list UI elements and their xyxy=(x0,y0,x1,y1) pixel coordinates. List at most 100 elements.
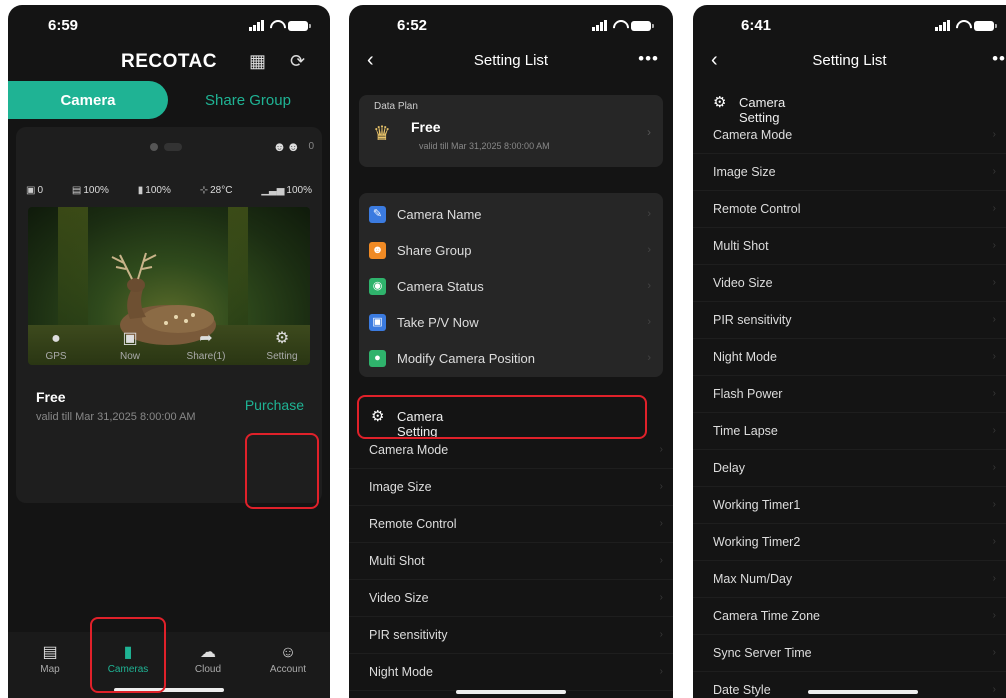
data-plan-card[interactable]: Data Plan ♛ Free valid till Mar 31,2025 … xyxy=(359,95,663,167)
row-time-lapse[interactable]: Time Lapse › xyxy=(693,414,1006,450)
camera-actions: ● GPS ▣ Now ➦ Share(1) ⚙ Setting xyxy=(8,329,330,369)
battery-icon xyxy=(974,20,997,31)
row-night-mode[interactable]: Night Mode › xyxy=(693,340,1006,376)
battery-icon xyxy=(288,20,311,31)
row-camera-time-zone[interactable]: Camera Time Zone › xyxy=(693,599,1006,635)
stat-temp: 28°C xyxy=(210,185,233,196)
stat-sd: 100% xyxy=(83,185,109,196)
menu-share-group[interactable]: ☻ Share Group › xyxy=(359,233,663,269)
camera-name-icon: ✎ xyxy=(369,206,386,223)
phone-setting-list: 6:52 ‹ Setting List ••• Data Plan ♛ Free… xyxy=(349,5,673,698)
row-image-size[interactable]: Image Size › xyxy=(693,155,1006,191)
tab-bar: Camera Share Group xyxy=(8,81,330,119)
setting-button[interactable]: ⚙ Setting xyxy=(252,329,312,362)
share-button[interactable]: ➦ Share(1) xyxy=(176,329,236,362)
stat-photos: 0 xyxy=(37,185,44,196)
plan-label: Data Plan xyxy=(374,101,418,112)
stat-signal: 100% xyxy=(286,185,312,196)
row-flash-power[interactable]: Flash Power › xyxy=(693,377,1006,413)
gps-button[interactable]: ● GPS xyxy=(26,329,86,362)
crown-icon: ♛ xyxy=(373,123,391,145)
phone-camera-settings: 6:41 ‹ Setting List •• ⚙ Camera Setting … xyxy=(693,5,1006,698)
tab-share-group[interactable]: Share Group xyxy=(178,81,318,119)
row-pir-sensitivity[interactable]: PIR sensitivity › xyxy=(349,618,673,654)
row-delay[interactable]: Delay › xyxy=(693,451,1006,487)
page-title: Setting List xyxy=(812,52,887,69)
row-working-timer2[interactable]: Working Timer2 › xyxy=(693,525,1006,561)
menu-modify-position[interactable]: ● Modify Camera Position › xyxy=(359,341,663,377)
share-arrow-icon: ➦ xyxy=(199,330,213,347)
row-camera-mode[interactable]: Camera Mode › xyxy=(693,118,1006,154)
plan-row: Free valid till Mar 31,2025 8:00:00 AM P… xyxy=(26,383,312,437)
row-remote-control[interactable]: Remote Control › xyxy=(349,507,673,543)
row-night-mode[interactable]: Night Mode › xyxy=(349,655,673,691)
row-video-size[interactable]: Video Size › xyxy=(693,266,1006,302)
row-multi-shot[interactable]: Multi Shot › xyxy=(349,544,673,580)
chevron-right-icon: › xyxy=(647,125,651,139)
plan-valid: valid till Mar 31,2025 8:00:00 AM xyxy=(36,411,196,423)
bottom-nav: ▤ Map ▮ Cameras ☁ Cloud ☺ Account xyxy=(8,632,330,698)
signal-icon xyxy=(249,20,264,31)
wifi-icon xyxy=(612,20,626,31)
tab-camera[interactable]: Camera xyxy=(8,81,168,119)
row-date-style[interactable]: Date Style › xyxy=(693,673,1006,698)
camera-stats: ▣ 0 ▤ 100% ▮ 100% ⊹ 28°C ▁▃▅ 100% xyxy=(26,185,312,196)
nav-cloud[interactable]: ☁ Cloud xyxy=(178,642,238,675)
location-icon: ● xyxy=(369,350,386,367)
battery-level-icon: ▮ xyxy=(137,185,144,196)
status-bar: 6:41 xyxy=(693,17,1006,37)
row-camera-mode[interactable]: Camera Mode › xyxy=(349,433,673,469)
battery-icon xyxy=(631,20,654,31)
row-max-num-day[interactable]: Max Num/Day › xyxy=(693,562,1006,598)
row-pir-sensitivity[interactable]: PIR sensitivity › xyxy=(693,303,1006,339)
status-bar: 6:59 xyxy=(8,17,330,37)
cloud-icon: ☁ xyxy=(200,644,216,661)
purchase-button[interactable]: Purchase xyxy=(245,397,304,413)
map-icon: ▤ xyxy=(42,644,58,661)
thermometer-icon: ⊹ xyxy=(199,185,209,196)
row-video-size[interactable]: Video Size › xyxy=(349,581,673,617)
row-sync-server-time[interactable]: Sync Server Time › xyxy=(693,636,1006,672)
nav-account[interactable]: ☺ Account xyxy=(258,642,318,675)
now-button[interactable]: ▣ Now xyxy=(100,329,160,362)
more-icon[interactable]: •• xyxy=(992,49,1006,69)
row-multi-shot[interactable]: Multi Shot › xyxy=(693,229,1006,265)
phone-camera-list: 6:59 RECOTAC ▦ ⟳ Camera Share Group ☻☻ 0… xyxy=(8,5,330,698)
signal-bars-icon: ▁▃▅ xyxy=(261,185,285,196)
sd-card-icon: ▤ xyxy=(71,185,82,196)
location-pin-icon: ● xyxy=(51,330,61,347)
page-title: Setting List xyxy=(473,52,549,69)
status-time: 6:59 xyxy=(48,17,79,34)
row-working-timer1[interactable]: Working Timer1 › xyxy=(693,488,1006,524)
take-photo-icon: ▣ xyxy=(369,314,386,331)
wifi-icon xyxy=(269,20,283,31)
status-time: 6:52 xyxy=(397,17,428,34)
account-icon: ☺ xyxy=(279,644,297,661)
highlight-setting xyxy=(245,433,319,509)
status-bar: 6:52 xyxy=(349,17,673,37)
camera-menu: ✎ Camera Name › ☻ Share Group › ◉ Camera Stat… xyxy=(359,193,663,377)
signal-icon xyxy=(592,20,607,31)
photo-icon: ▣ xyxy=(26,185,36,196)
wifi-icon xyxy=(955,20,969,31)
device-icon[interactable]: ▦ xyxy=(249,51,266,72)
menu-camera-name[interactable]: ✎ Camera Name › xyxy=(359,197,663,233)
refresh-icon[interactable]: ⟳ xyxy=(290,51,305,72)
more-icon[interactable]: ••• xyxy=(638,49,659,69)
plan-valid: valid till Mar 31,2025 8:00:00 AM xyxy=(419,141,550,151)
camera-gear-icon: ⚙ xyxy=(713,94,727,111)
users-icon[interactable]: ☻☻ xyxy=(273,139,300,154)
menu-take-pv-now[interactable]: ▣ Take P/V Now › xyxy=(359,305,663,341)
plan-title: Free xyxy=(36,389,66,405)
plan-name: Free xyxy=(411,119,441,135)
row-image-size[interactable]: Image Size › xyxy=(349,470,673,506)
highlight-cameras xyxy=(90,617,166,693)
stat-battery: 100% xyxy=(145,185,171,196)
share-group-icon: ☻ xyxy=(369,242,386,259)
brand-logo: RECOTAC xyxy=(120,51,218,72)
row-remote-control[interactable]: Remote Control › xyxy=(693,192,1006,228)
gear-icon: ⚙ xyxy=(274,330,290,347)
menu-camera-status[interactable]: ◉ Camera Status › xyxy=(359,269,663,305)
nav-map[interactable]: ▤ Map xyxy=(20,642,80,675)
share-count: 0 xyxy=(308,141,314,152)
